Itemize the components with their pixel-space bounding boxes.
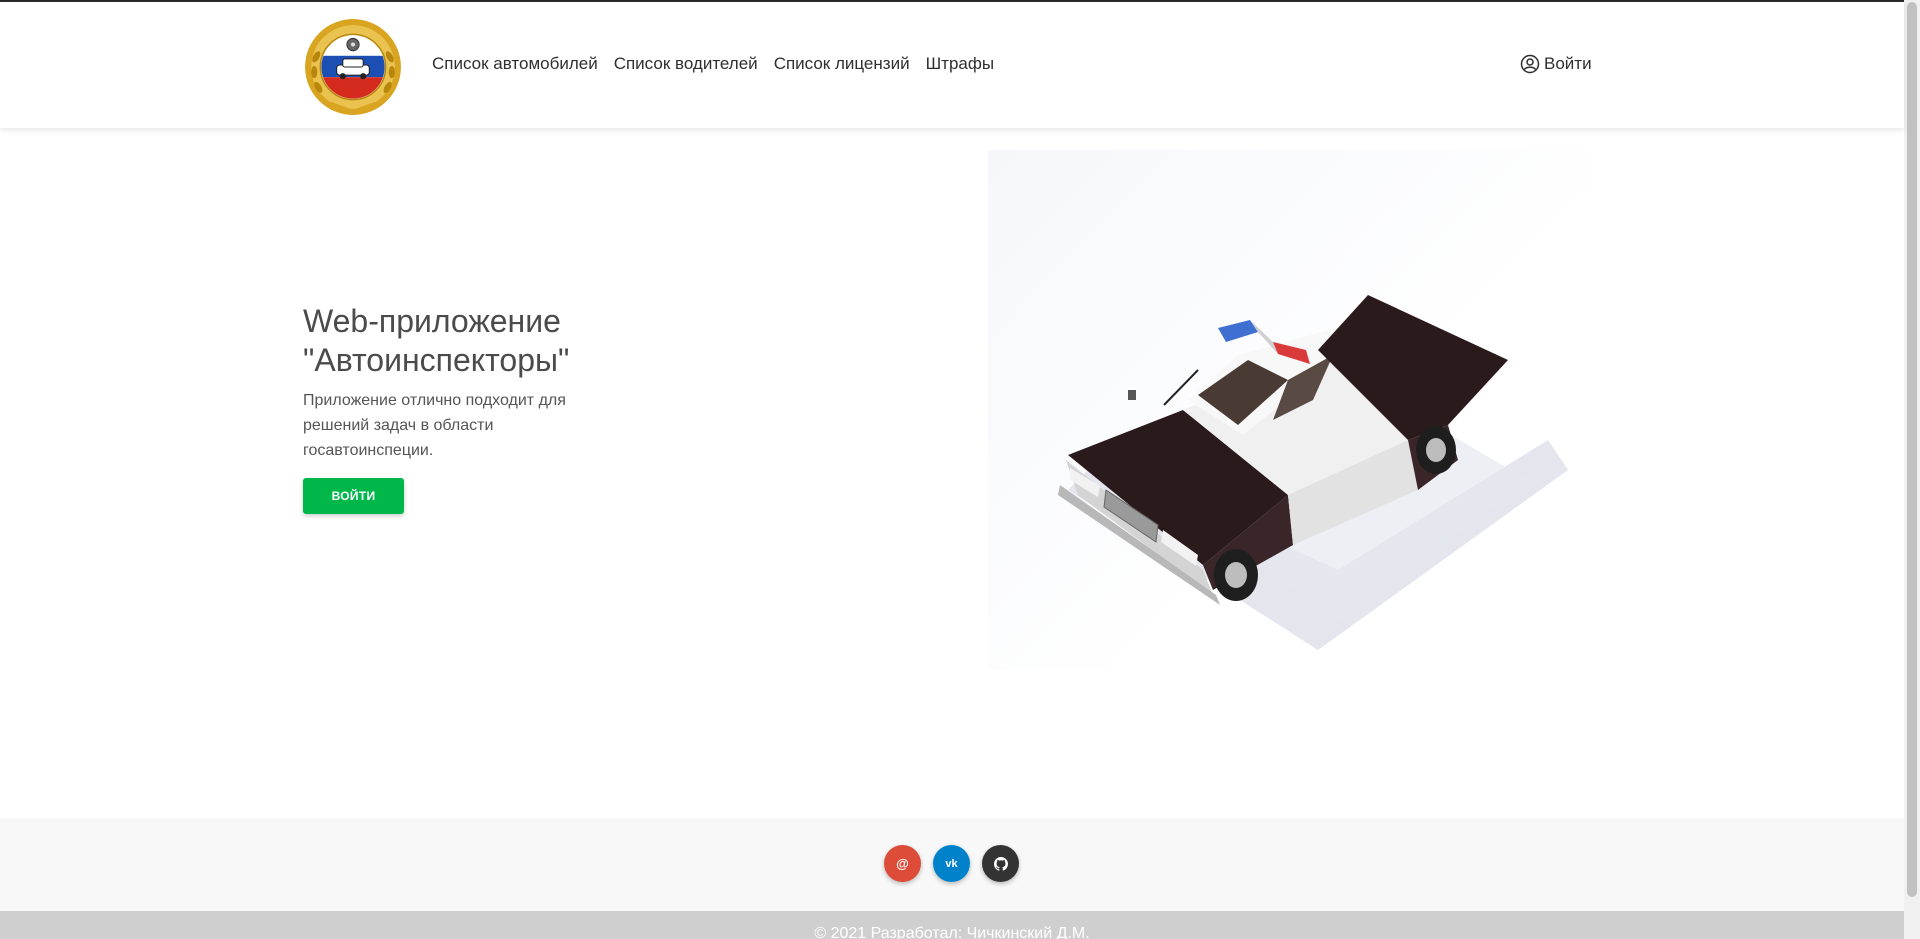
mail-icon: @	[896, 856, 909, 871]
nav-drivers[interactable]: Список водителей	[614, 54, 758, 74]
hero-title: Web-приложение "Автоинспекторы"	[303, 303, 570, 378]
copyright-bar: © 2021 Разработал: Чичкинский Д.М.	[0, 911, 1904, 939]
main-nav: Список автомобилей Список водителей Спис…	[432, 54, 994, 74]
police-car-illustration	[988, 150, 1588, 670]
mail-button[interactable]: @	[884, 845, 921, 882]
vk-button[interactable]: vk	[933, 845, 970, 882]
github-button[interactable]	[982, 845, 1019, 882]
gibdd-logo[interactable]	[302, 16, 404, 118]
user-circle-icon	[1520, 54, 1540, 74]
footer: @ vk	[0, 818, 1904, 911]
nav-fines[interactable]: Штрафы	[926, 54, 994, 74]
nav-cars[interactable]: Список автомобилей	[432, 54, 598, 74]
nav-licenses[interactable]: Список лицензий	[774, 54, 910, 74]
hero-description: Приложение отлично подходит для решений …	[303, 392, 566, 459]
header: Список автомобилей Список водителей Спис…	[0, 2, 1904, 128]
copyright-text: © 2021 Разработал: Чичкинский Д.М.	[814, 925, 1090, 939]
login-label: Войти	[1544, 54, 1592, 73]
vertical-scrollbar[interactable]	[1904, 0, 1920, 939]
hero-login-button[interactable]: ВОЙТИ	[303, 478, 404, 514]
login-link[interactable]: Войти	[1520, 54, 1592, 74]
scrollbar-thumb[interactable]	[1907, 2, 1917, 897]
vk-icon: vk	[945, 857, 958, 870]
github-icon	[993, 856, 1008, 871]
